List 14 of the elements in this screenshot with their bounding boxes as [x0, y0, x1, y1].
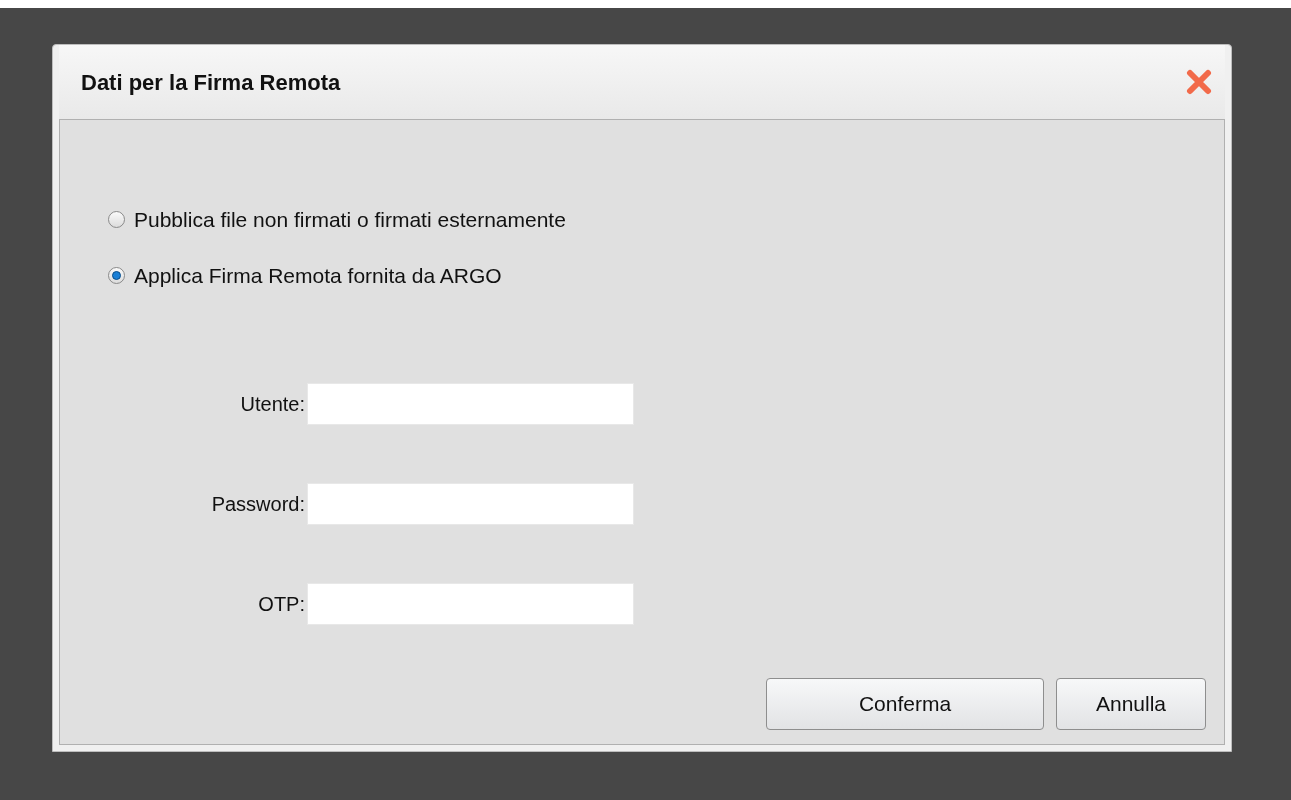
input-field[interactable] [307, 583, 634, 625]
radio-option[interactable]: Pubblica file non firmati o firmati esternamente [108, 204, 1206, 236]
field-label: Utente: [239, 392, 305, 417]
radio-option[interactable]: Applica Firma Remota fornita da ARGO [108, 259, 1206, 291]
input-field[interactable] [307, 383, 634, 425]
dialog-button[interactable]: Annulla [1056, 678, 1206, 730]
field-label: OTP: [257, 592, 305, 617]
window-title: Dati per la Firma Remota [81, 68, 341, 97]
radio-button[interactable] [108, 211, 125, 229]
radio-button[interactable] [108, 266, 125, 284]
dialog-button[interactable]: Conferma [766, 678, 1044, 730]
close-icon[interactable] [1185, 68, 1213, 96]
field-label: Password: [210, 492, 305, 517]
input-field[interactable] [307, 483, 634, 525]
